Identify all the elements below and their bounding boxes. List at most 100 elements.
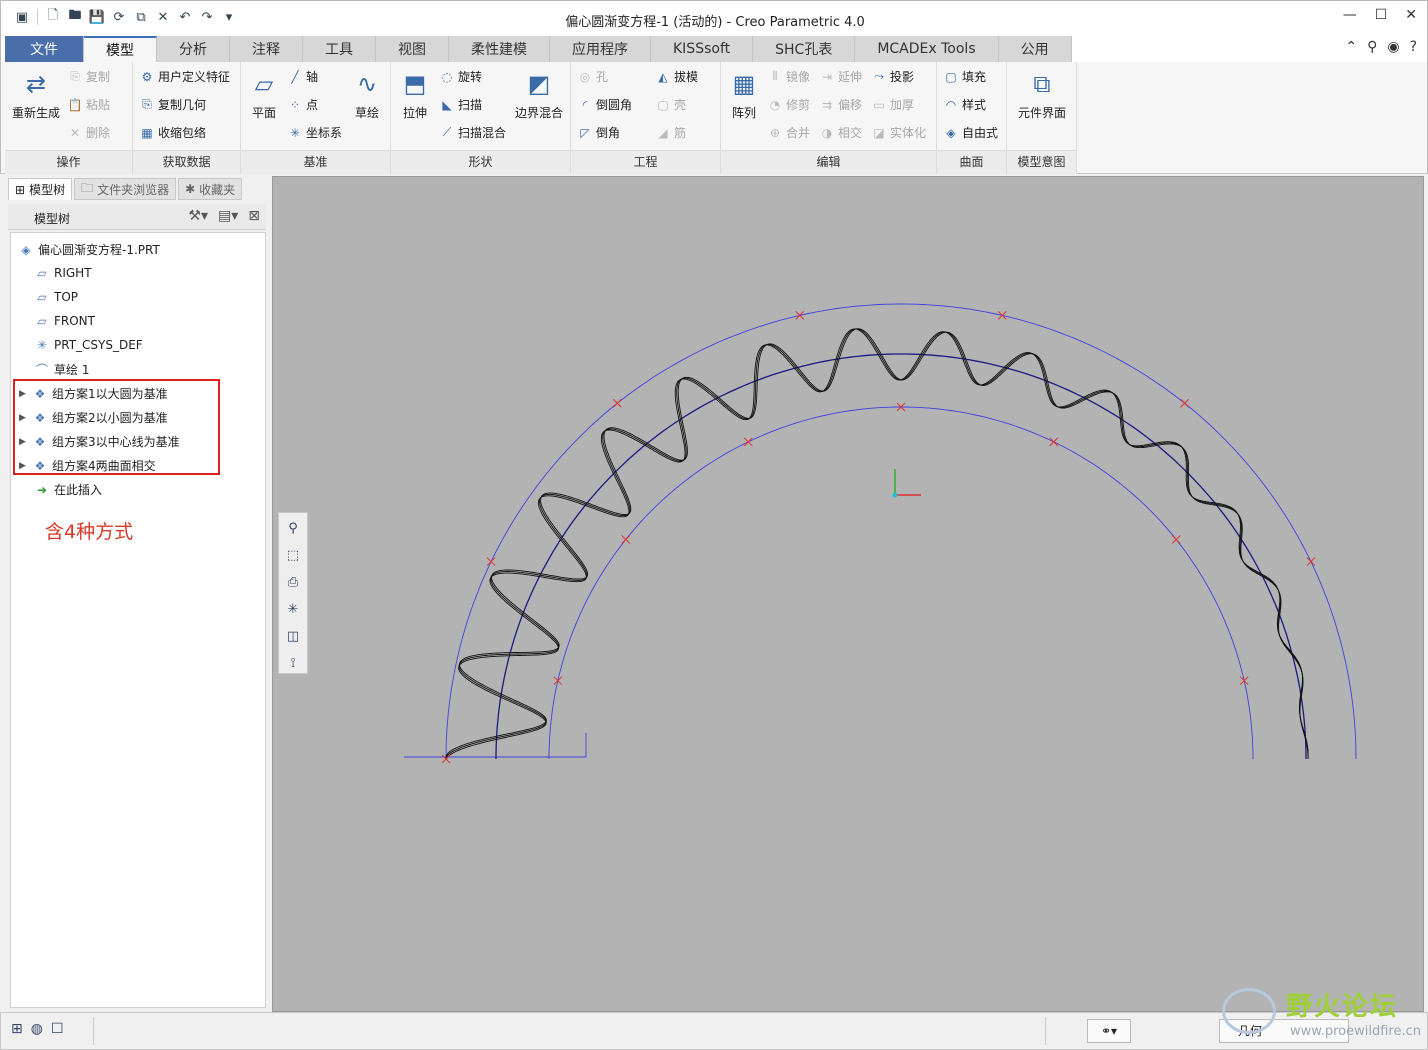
help-icon[interactable]: ? <box>1410 39 1417 55</box>
csys-button[interactable]: ✳ 坐标系 <box>287 124 342 141</box>
project-button[interactable]: ⤳ 投影 <box>871 68 914 85</box>
component-interface-button[interactable]: ⧉ 元件界面 <box>1011 68 1073 121</box>
round-button[interactable]: ◜ 倒圆角 <box>577 96 632 113</box>
tree-item-1[interactable]: ▱ RIGHT <box>33 265 91 281</box>
sweep-button[interactable]: ◣ 扫描 <box>439 96 482 113</box>
group-label-datum[interactable]: 基准 <box>241 150 390 174</box>
copy-button[interactable]: ⎘ 复制 <box>67 68 110 85</box>
close-icon[interactable]: ✕ <box>1405 7 1417 23</box>
collapse-ribbon-icon[interactable]: ⌃ <box>1345 39 1357 55</box>
community-icon[interactable]: ◉ <box>1387 39 1399 55</box>
tab-10[interactable]: MCADEx Tools <box>855 36 999 62</box>
show-icon[interactable]: ▤▾ <box>218 208 238 224</box>
tab-11[interactable]: 公用 <box>999 36 1072 62</box>
tree-item-9[interactable]: ▶ ❖ 组方案4两曲面相交 <box>19 457 156 474</box>
shell-button[interactable]: ▢ 壳 <box>655 96 686 113</box>
tab-6[interactable]: 柔性建模 <box>449 36 550 62</box>
thicken-button[interactable]: ▭ 加厚 <box>871 96 914 113</box>
extrude-button[interactable]: ⬒ 拉伸 <box>395 68 435 121</box>
copy-geometry-button[interactable]: ⎘ 复制几何 <box>139 96 206 113</box>
offset-button[interactable]: ⇉ 偏移 <box>819 96 862 113</box>
style-button[interactable]: ◠ 样式 <box>943 96 986 113</box>
tree-item-0[interactable]: ◈ 偏心圆渐变方程-1.PRT <box>17 241 159 258</box>
rib-button[interactable]: ◢ 筋 <box>655 124 686 141</box>
tree-item-10[interactable]: ➜ 在此插入 <box>33 481 102 498</box>
fill-button[interactable]: ▢ 填充 <box>943 68 986 85</box>
tree-item-2[interactable]: ▱ TOP <box>33 289 78 305</box>
tree-item-4[interactable]: ✳ PRT_CSYS_DEF <box>33 337 143 353</box>
tab-folder-browser[interactable]: 🗀 文件夹浏览器 <box>74 178 177 200</box>
graphics-viewport[interactable] <box>272 176 1424 1012</box>
settings-icon[interactable]: ⚒▾ <box>188 208 208 224</box>
group-label-shape[interactable]: 形状 <box>391 150 570 174</box>
freestyle-button[interactable]: ◈ 自由式 <box>943 124 998 141</box>
zoom-icon[interactable]: ⚲ <box>282 517 304 539</box>
expand-icon[interactable]: ▶ <box>19 413 31 423</box>
regenerate-button[interactable]: ⇄ 重新生成 <box>9 68 63 121</box>
maximize-icon[interactable]: ☐ <box>1375 7 1388 23</box>
hole-button[interactable]: ◎ 孔 <box>577 68 608 85</box>
display-style-icon[interactable]: ◫ <box>282 625 304 647</box>
browser-toggle-icon[interactable]: ◍ <box>31 1021 43 1037</box>
group-label-engineering[interactable]: 工程 <box>571 150 720 174</box>
search-icon[interactable]: ⚲ <box>1367 39 1377 55</box>
fullscreen-icon[interactable]: ☐ <box>51 1021 64 1037</box>
sketch-button[interactable]: ∿ 草绘 <box>347 68 387 121</box>
tab-8[interactable]: KISSsoft <box>651 36 754 62</box>
tab-favorites[interactable]: ✱ 收藏夹 <box>178 178 243 200</box>
draft-button[interactable]: ◭ 拔模 <box>655 68 698 85</box>
group-label-operations[interactable]: 操作 <box>5 150 132 174</box>
watermark-name: 野火论坛 <box>1286 992 1399 1022</box>
extend-button[interactable]: ⇥ 延伸 <box>819 68 862 85</box>
boundary-blend-button[interactable]: ◩ 边界混合 <box>511 68 567 121</box>
tab-1[interactable]: 模型 <box>84 36 157 62</box>
group-label-get-data[interactable]: 获取数据 <box>133 150 240 174</box>
shrinkwrap-button[interactable]: ▦ 收缩包络 <box>139 124 206 141</box>
udf-button[interactable]: ⚙ 用户定义特征 <box>139 68 230 85</box>
tree-item-8[interactable]: ▶ ❖ 组方案3以中心线为基准 <box>19 433 180 450</box>
annotation-display-icon[interactable]: ⟟ <box>282 652 304 674</box>
delete-button[interactable]: ✕ 删除 <box>67 124 110 141</box>
paste-icon: 📋 <box>67 97 83 112</box>
group-label-edit[interactable]: 编辑 <box>721 150 936 174</box>
tab-0[interactable]: 文件 <box>5 36 84 62</box>
tab-3[interactable]: 注释 <box>230 36 303 62</box>
tab-4[interactable]: 工具 <box>303 36 376 62</box>
point-button[interactable]: ⁘ 点 <box>287 96 318 113</box>
paste-button[interactable]: 📋 粘贴 <box>67 96 111 113</box>
saved-views-icon[interactable]: ⎙ <box>282 571 304 593</box>
navigator-toggle-icon[interactable]: ⊞ <box>11 1021 23 1037</box>
tree-item-5[interactable]: ⌒ 草绘 1 <box>33 361 89 378</box>
sweep-blend-button[interactable]: ⟋ 扫描混合 <box>439 124 506 141</box>
tab-5[interactable]: 视图 <box>376 36 449 62</box>
solidify-button[interactable]: ◪ 实体化 <box>871 124 926 141</box>
chamfer-button[interactable]: ◸ 倒角 <box>577 124 620 141</box>
tab-7[interactable]: 应用程序 <box>550 36 651 62</box>
delete-label: 删除 <box>86 126 111 140</box>
minimize-icon[interactable]: — <box>1343 7 1357 23</box>
group-label-surfaces[interactable]: 曲面 <box>937 150 1006 174</box>
tree-item-7[interactable]: ▶ ❖ 组方案2以小圆为基准 <box>19 409 168 426</box>
revolve-button[interactable]: ◌ 旋转 <box>439 68 482 85</box>
trim-button[interactable]: ◔ 修剪 <box>767 96 810 113</box>
datum-display-icon[interactable]: ✳ <box>282 598 304 620</box>
sketch-icon: ⌒ <box>35 363 48 377</box>
mirror-button[interactable]: ⫴ 镜像 <box>767 68 810 85</box>
merge-button[interactable]: ⊕ 合并 <box>767 124 810 141</box>
intersect-button[interactable]: ◑ 相交 <box>819 124 862 141</box>
tab-model-tree[interactable]: ⊞ 模型树 <box>8 178 73 200</box>
datum-plane-button[interactable]: ▱ 平面 <box>245 68 283 121</box>
tab-9[interactable]: SHC孔表 <box>753 36 856 62</box>
expand-icon[interactable]: ▶ <box>19 389 31 399</box>
refit-icon[interactable]: ⬚ <box>282 544 304 566</box>
tree-item-6[interactable]: ▶ ❖ 组方案1以大圆为基准 <box>19 385 168 402</box>
tab-2[interactable]: 分析 <box>157 36 230 62</box>
find-button[interactable]: ⚭▾ <box>1087 1019 1131 1043</box>
pattern-button[interactable]: ▦ 阵列 <box>725 68 763 121</box>
filter-icon[interactable]: ⊠ <box>248 208 260 224</box>
expand-icon[interactable]: ▶ <box>19 437 31 447</box>
axis-button[interactable]: ╱ 轴 <box>287 68 318 85</box>
expand-icon[interactable]: ▶ <box>19 461 31 471</box>
group-label-model-intent[interactable]: 模型意图 <box>1007 150 1076 174</box>
tree-item-3[interactable]: ▱ FRONT <box>33 313 95 329</box>
